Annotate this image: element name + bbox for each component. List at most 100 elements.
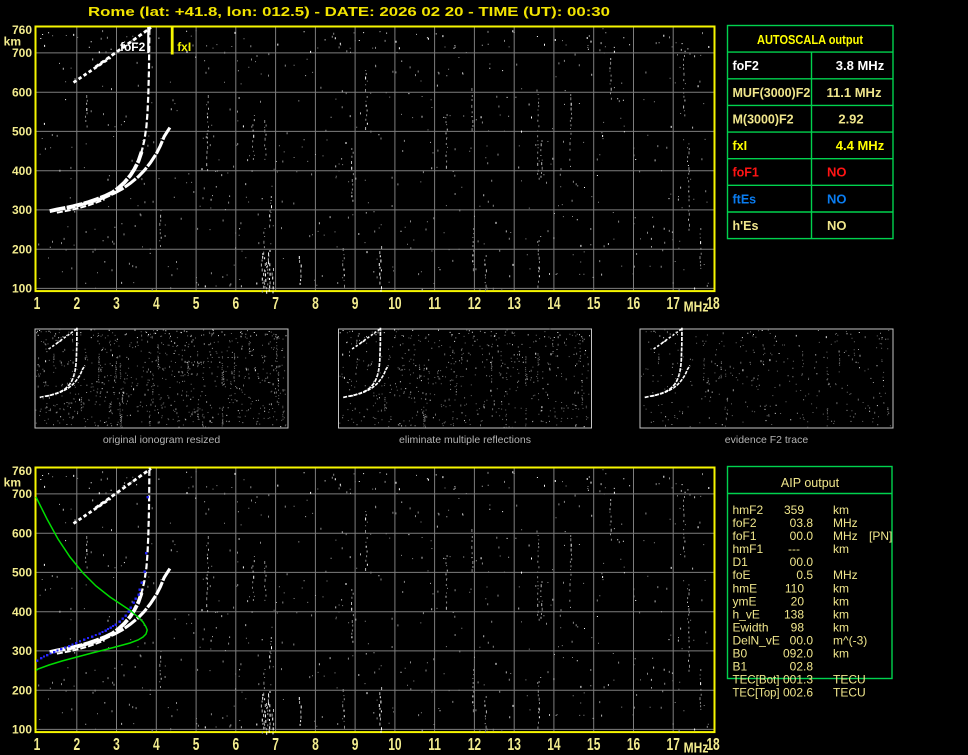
svg-text:fxI: fxI bbox=[733, 139, 748, 153]
svg-text:MHz: MHz bbox=[833, 529, 858, 543]
svg-text:h_vE: h_vE bbox=[733, 607, 760, 621]
svg-text:MHz: MHz bbox=[833, 516, 858, 530]
svg-text:eliminate multiple reflections: eliminate multiple reflections bbox=[399, 434, 531, 446]
svg-text:700: 700 bbox=[12, 487, 32, 501]
svg-text:NO: NO bbox=[827, 165, 847, 180]
svg-text:km: km bbox=[833, 503, 849, 517]
svg-text:12: 12 bbox=[468, 735, 481, 755]
svg-text:200: 200 bbox=[12, 684, 32, 698]
svg-text:600: 600 bbox=[12, 527, 32, 541]
svg-text:200: 200 bbox=[12, 243, 32, 257]
svg-text:6: 6 bbox=[232, 735, 239, 755]
svg-text:2: 2 bbox=[73, 735, 80, 755]
svg-text:300: 300 bbox=[12, 644, 32, 658]
svg-text:MHz: MHz bbox=[833, 568, 858, 582]
svg-text:100: 100 bbox=[12, 723, 32, 737]
svg-text:evidence F2 trace: evidence F2 trace bbox=[725, 434, 809, 446]
svg-text:12: 12 bbox=[468, 294, 481, 314]
svg-text:TEC[Bot]: TEC[Bot] bbox=[733, 673, 780, 687]
svg-text:138: 138 bbox=[784, 607, 804, 621]
svg-text:ymE: ymE bbox=[733, 594, 757, 608]
svg-text:14: 14 bbox=[547, 735, 561, 755]
svg-text:km: km bbox=[833, 581, 849, 595]
svg-text:foF1: foF1 bbox=[733, 529, 757, 543]
svg-text:500: 500 bbox=[12, 125, 32, 139]
svg-text:ftEs: ftEs bbox=[733, 192, 757, 206]
svg-text:[PN]: [PN] bbox=[869, 529, 892, 543]
svg-text:002.6: 002.6 bbox=[783, 686, 813, 700]
svg-text:6: 6 bbox=[232, 294, 239, 314]
svg-text:300: 300 bbox=[12, 203, 32, 217]
svg-text:AIP output: AIP output bbox=[781, 476, 840, 490]
svg-text:B0: B0 bbox=[733, 647, 748, 661]
svg-text:MHz: MHz bbox=[684, 739, 709, 755]
svg-text:D1: D1 bbox=[733, 555, 749, 569]
svg-text:m^(-3): m^(-3) bbox=[833, 634, 867, 648]
svg-text:13: 13 bbox=[508, 294, 521, 314]
svg-text:11.1 MHz: 11.1 MHz bbox=[827, 85, 882, 100]
svg-text:10: 10 bbox=[388, 735, 401, 755]
svg-text:2.92: 2.92 bbox=[838, 111, 863, 126]
svg-text:17: 17 bbox=[667, 294, 680, 314]
svg-text:3: 3 bbox=[113, 735, 120, 755]
svg-text:13: 13 bbox=[508, 735, 521, 755]
svg-text:8: 8 bbox=[312, 294, 319, 314]
svg-text:700: 700 bbox=[12, 46, 32, 60]
svg-text:8: 8 bbox=[312, 735, 319, 755]
svg-text:AUTOSCALA output: AUTOSCALA output bbox=[757, 33, 864, 47]
svg-text:3: 3 bbox=[113, 294, 120, 314]
svg-text:400: 400 bbox=[12, 164, 32, 178]
svg-text:fxI: fxI bbox=[177, 40, 191, 54]
svg-text:3.8 MHz: 3.8 MHz bbox=[836, 58, 885, 73]
svg-text:M(3000)F2: M(3000)F2 bbox=[733, 112, 794, 126]
svg-text:foF2: foF2 bbox=[733, 516, 757, 530]
svg-text:00.0: 00.0 bbox=[790, 529, 814, 543]
svg-text:Rome (lat: +41.8, lon: 012.5): Rome (lat: +41.8, lon: 012.5) - DATE: 20… bbox=[88, 4, 610, 19]
svg-text:17: 17 bbox=[667, 735, 680, 755]
svg-text:foF2: foF2 bbox=[733, 59, 759, 73]
svg-text:11: 11 bbox=[428, 294, 441, 314]
svg-text:hmE: hmE bbox=[733, 581, 758, 595]
svg-text:km: km bbox=[833, 647, 849, 661]
svg-text:Ewidth: Ewidth bbox=[733, 621, 769, 635]
svg-text:NO: NO bbox=[827, 218, 847, 233]
svg-text:foE: foE bbox=[733, 568, 751, 582]
svg-text:16: 16 bbox=[627, 735, 640, 755]
svg-text:100: 100 bbox=[12, 282, 32, 296]
svg-text:7: 7 bbox=[272, 294, 279, 314]
svg-text:NO: NO bbox=[827, 191, 847, 206]
svg-text:hmF2: hmF2 bbox=[733, 503, 764, 517]
svg-text:02.8: 02.8 bbox=[790, 660, 814, 674]
svg-text:20: 20 bbox=[791, 594, 805, 608]
svg-text:4.4 MHz: 4.4 MHz bbox=[836, 138, 885, 153]
svg-text:km: km bbox=[833, 594, 849, 608]
svg-text:1: 1 bbox=[34, 294, 41, 314]
svg-text:400: 400 bbox=[12, 605, 32, 619]
svg-text:00.0: 00.0 bbox=[790, 634, 814, 648]
svg-text:TECU: TECU bbox=[833, 673, 866, 687]
svg-text:110: 110 bbox=[785, 581, 804, 595]
svg-text:km: km bbox=[833, 607, 849, 621]
svg-text:14: 14 bbox=[547, 294, 561, 314]
svg-text:foF2: foF2 bbox=[120, 40, 146, 54]
svg-text:092.0: 092.0 bbox=[783, 647, 813, 661]
svg-text:600: 600 bbox=[12, 86, 32, 100]
svg-text:0.5: 0.5 bbox=[796, 568, 813, 582]
svg-text:001.3: 001.3 bbox=[783, 673, 813, 687]
svg-text:4: 4 bbox=[153, 294, 160, 314]
svg-text:9: 9 bbox=[352, 294, 359, 314]
svg-text:15: 15 bbox=[587, 294, 601, 314]
svg-text:original ionogram resized: original ionogram resized bbox=[103, 434, 220, 446]
svg-text:---: --- bbox=[788, 542, 800, 556]
svg-text:03.8: 03.8 bbox=[790, 516, 814, 530]
svg-text:5: 5 bbox=[193, 735, 200, 755]
svg-text:1: 1 bbox=[34, 735, 41, 755]
svg-text:hmF1: hmF1 bbox=[733, 542, 764, 556]
svg-text:15: 15 bbox=[587, 735, 601, 755]
svg-text:2: 2 bbox=[73, 294, 80, 314]
svg-text:18: 18 bbox=[706, 294, 720, 314]
svg-text:7: 7 bbox=[272, 735, 279, 755]
svg-text:TECU: TECU bbox=[833, 686, 866, 700]
svg-text:10: 10 bbox=[388, 294, 401, 314]
svg-text:h'Es: h'Es bbox=[733, 219, 759, 233]
